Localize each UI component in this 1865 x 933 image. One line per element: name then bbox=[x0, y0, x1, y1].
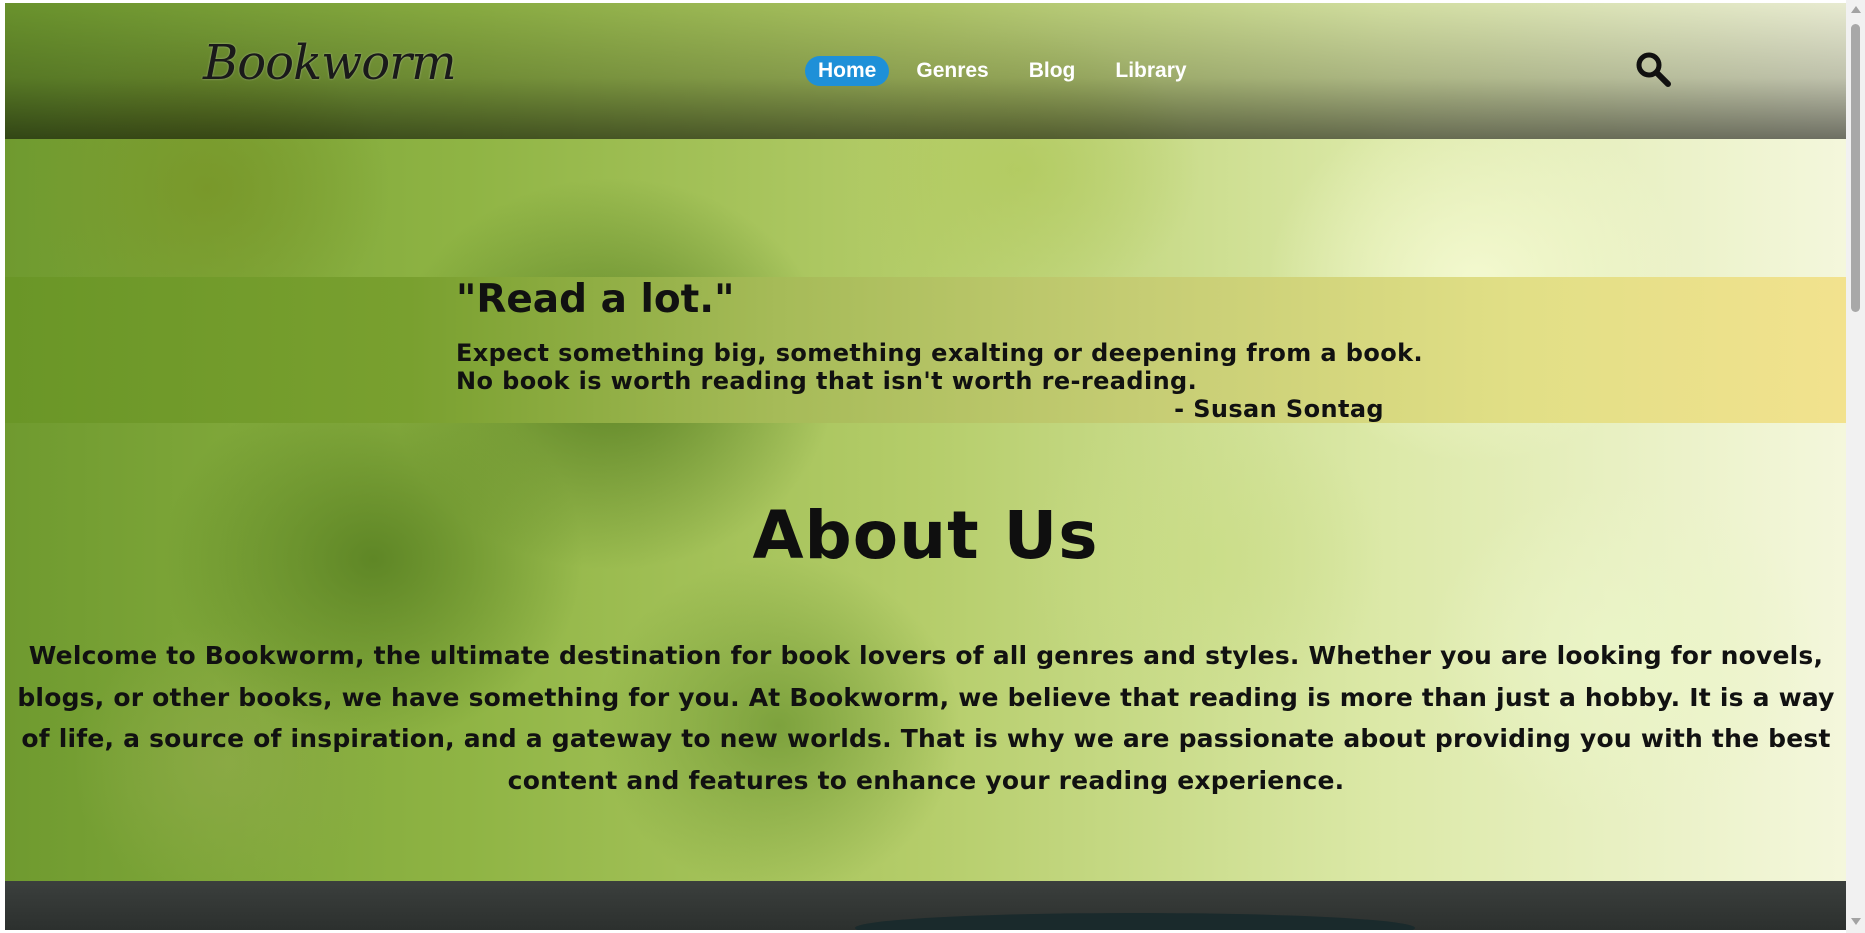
search-button[interactable] bbox=[1633, 49, 1673, 89]
quote-line-2: No book is worth reading that isn't wort… bbox=[456, 367, 1198, 395]
nav-home[interactable]: Home bbox=[805, 56, 890, 86]
vertical-scrollbar[interactable] bbox=[1846, 0, 1865, 933]
quote-title: "Read a lot." bbox=[456, 277, 735, 322]
search-icon bbox=[1636, 52, 1671, 87]
scroll-up-arrow-icon[interactable] bbox=[1851, 6, 1861, 13]
scroll-down-arrow-icon[interactable] bbox=[1851, 918, 1861, 925]
page-viewport: Bookworm Home Genres Blog Library "Read … bbox=[5, 3, 1846, 930]
nav-library[interactable]: Library bbox=[1102, 56, 1199, 86]
nav-blog[interactable]: Blog bbox=[1016, 56, 1089, 86]
about-heading: About Us bbox=[752, 497, 1099, 574]
site-logo[interactable]: Bookworm bbox=[203, 27, 457, 99]
main-nav: Home Genres Blog Library bbox=[805, 55, 1200, 87]
about-paragraph: Welcome to Bookworm, the ultimate destin… bbox=[17, 641, 1835, 795]
next-section-image bbox=[855, 913, 1415, 930]
quote-line-1: Expect something big, something exalting… bbox=[456, 339, 1423, 367]
quote-author: - Susan Sontag bbox=[1174, 395, 1384, 423]
site-header: Bookworm Home Genres Blog Library bbox=[5, 3, 1846, 139]
scroll-thumb[interactable] bbox=[1851, 24, 1860, 312]
nav-genres[interactable]: Genres bbox=[903, 56, 1001, 86]
next-section-strip bbox=[5, 881, 1846, 930]
quote-section: "Read a lot." Expect something big, some… bbox=[5, 277, 1846, 423]
